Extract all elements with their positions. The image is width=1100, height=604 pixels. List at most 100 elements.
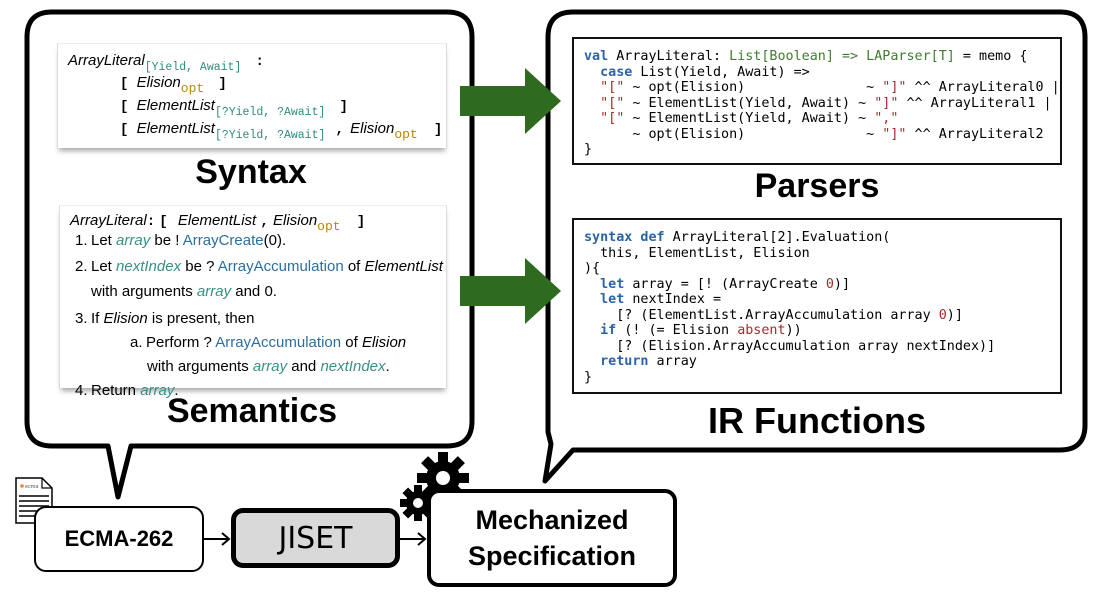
bracket-open: [ — [120, 99, 129, 115]
ecma-to-jiset-arrow — [204, 532, 231, 546]
string-literal: "]" — [882, 126, 907, 142]
jiset-label: JISET — [278, 520, 353, 556]
literal: absent — [737, 323, 786, 338]
code-line: let array = [! (ArrayCreate 0)] — [584, 277, 1060, 293]
syntax-heading: Syntax — [195, 153, 307, 191]
code-text: nextIndex = — [624, 292, 722, 307]
text: of — [343, 258, 365, 275]
ecma-262-box: ECMA-262 — [34, 506, 204, 572]
mechanized-label: Mechanized — [475, 505, 629, 535]
jiset-to-mech-arrow — [400, 532, 427, 546]
production-lhs: ArrayLiteral[Yield, Await] : — [68, 52, 264, 74]
text: . — [385, 358, 390, 375]
variable: nextIndex — [116, 258, 182, 275]
step-text: If Elision is present, then — [91, 310, 254, 327]
code-line: [? (ElementList.ArrayAccumulation array … — [584, 308, 1060, 324]
code-text: [? (ElementList.ArrayAccumulation array — [584, 307, 939, 323]
nonterminal: ElementList — [136, 120, 215, 137]
text: with arguments — [91, 283, 197, 300]
code-line: val ArrayLiteral: List[Boolean] => LAPar… — [584, 49, 1060, 65]
lhs-nonterminal: ArrayLiteral — [70, 212, 147, 229]
step-number: 1. — [75, 232, 88, 249]
svg-text:ecma: ecma — [25, 484, 39, 490]
code-text: )) — [785, 323, 802, 338]
code-text: [? (Elision.ArrayAccumulation array next… — [584, 338, 996, 354]
code-text: } — [584, 369, 593, 385]
alternative-3: [ ElementList[?Yield, ?Await] , Elisiono… — [120, 120, 442, 142]
text: Let — [91, 258, 117, 275]
keyword: case — [600, 64, 633, 80]
nonterminal: Elision — [272, 212, 318, 229]
param-subscript: [?Yield, ?Await] — [214, 129, 326, 142]
semantics-card: ArrayLiteral: [ ElementList , Elisionopt… — [59, 205, 447, 399]
text: of — [341, 334, 362, 351]
text: If — [91, 310, 104, 327]
step-text: Let array be ! ArrayCreate(0). — [91, 232, 286, 249]
step-text: Perform ? ArrayAccumulation of Elision — [146, 334, 406, 351]
code-text: List(Yield, Await) => — [632, 64, 810, 80]
text: Let — [91, 232, 117, 249]
string-literal: "[" — [600, 111, 625, 126]
bracket-close: ] — [339, 99, 348, 115]
text: be ! — [150, 232, 183, 249]
variable: array — [196, 283, 232, 300]
code-text: ArrayLiteral: — [608, 49, 730, 64]
text: and — [287, 358, 321, 375]
code-text: = memo { — [954, 49, 1028, 64]
code-text: ~ ElementList(Yield, Await) ~ — [624, 95, 875, 111]
code-line: let nextIndex = — [584, 292, 1060, 308]
keyword: return — [600, 354, 649, 369]
code-line: case List(Yield, Await) => — [584, 65, 1060, 81]
function-link[interactable]: ArrayCreate — [183, 232, 264, 249]
alternative-2: [ ElementList[?Yield, ?Await] ] — [120, 97, 348, 119]
variable: nextIndex — [320, 358, 386, 375]
mechanized-specification-box: Mechanized Specification — [427, 489, 677, 587]
code-text: ^^ ArrayLiteral2 — [906, 126, 1044, 142]
opt-subscript: opt — [180, 81, 205, 96]
code-line: this, ElementList, Elision — [584, 246, 1060, 262]
code-text: ~ opt(Elision) ~ — [584, 126, 883, 142]
nonterminal: ElementList — [364, 258, 443, 275]
alternative-1: [ Elisionopt ] — [120, 74, 227, 96]
lhs-params: [Yield, Await] — [144, 61, 242, 74]
semantics-heading: Semantics — [166, 392, 338, 430]
code-text: ~ ElementList(Yield, Await) ~ — [624, 111, 875, 126]
code-text: array — [648, 354, 697, 369]
code-text: (! (= Elision — [616, 323, 738, 338]
text: Perform ? — [146, 334, 216, 351]
text: with arguments — [147, 358, 253, 375]
ecma-262-label: ECMA-262 — [64, 526, 174, 551]
bracket-close: ] — [218, 76, 227, 92]
bracket-close: ] — [356, 214, 366, 230]
string-literal: "[" — [600, 80, 625, 95]
string-literal: "]" — [882, 80, 907, 95]
semantics-header: ArrayLiteral: [ ElementList , Elisionopt… — [70, 212, 365, 234]
jiset-box: JISET — [231, 508, 400, 568]
nonterminal: Elision — [361, 334, 407, 351]
step-number: 3. — [75, 310, 88, 327]
step-number: 2. — [75, 258, 88, 275]
function-link[interactable]: ArrayAccumulation — [218, 258, 344, 275]
text: is present, then — [147, 310, 255, 327]
step-number: a. — [130, 334, 143, 351]
text: (0). — [263, 232, 287, 249]
code-text: array = [! (ArrayCreate — [624, 276, 826, 292]
text: be ? — [181, 258, 218, 275]
code-line: syntax def ArrayLiteral[2].Evaluation( — [584, 230, 1060, 246]
function-link[interactable]: ArrayAccumulation — [215, 334, 341, 351]
text: and 0. — [231, 283, 277, 300]
code-text: ArrayLiteral[2].Evaluation( — [664, 230, 891, 245]
string-literal: "]" — [874, 95, 899, 111]
nonterminal: ElementList — [177, 212, 257, 229]
keyword: if — [600, 323, 617, 338]
code-line: } — [584, 142, 1060, 158]
specification-label: Specification — [467, 541, 637, 571]
code-text: ~ opt(Elision) ~ — [624, 80, 883, 95]
comma-token: , — [260, 214, 269, 230]
code-text: ){ — [584, 261, 601, 276]
